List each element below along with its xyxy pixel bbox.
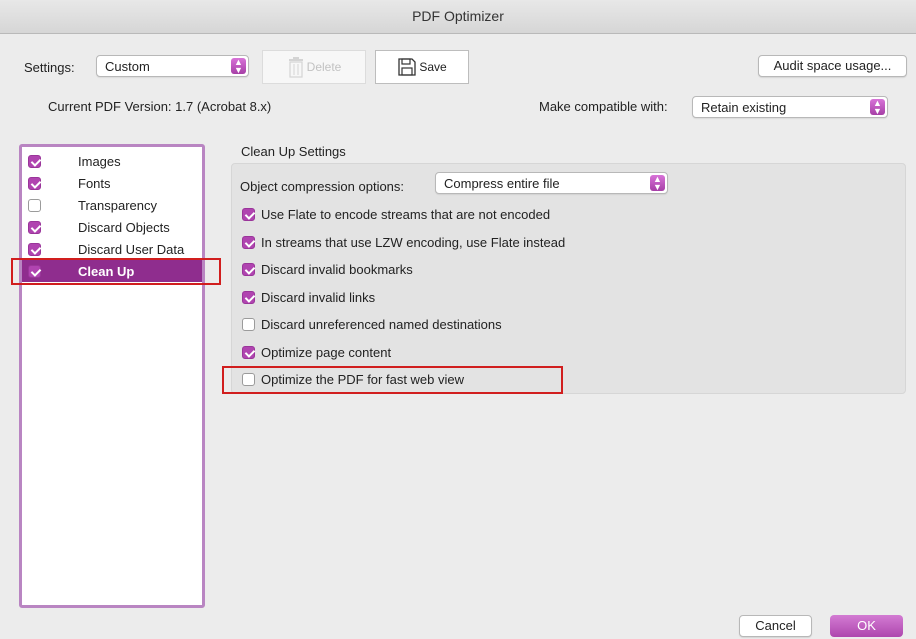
panel-item-fonts[interactable]: Fonts: [22, 172, 202, 194]
cleanup-heading: Clean Up Settings: [241, 144, 346, 159]
settings-dropdown-value: Custom: [105, 59, 150, 74]
chevron-updown-icon: ▲ ▼: [231, 58, 246, 75]
option-checkbox[interactable]: [242, 262, 255, 276]
panel-item-label: Discard User Data: [78, 241, 185, 257]
panel-item-label: Images: [78, 153, 121, 169]
current-pdf-version: Current PDF Version: 1.7 (Acrobat 8.x): [48, 99, 272, 114]
option-label: Use Flate to encode streams that are not…: [261, 206, 551, 222]
cancel-button[interactable]: Cancel: [739, 615, 812, 637]
option-label: Discard invalid links: [261, 289, 376, 305]
option-checkbox[interactable]: [242, 235, 255, 249]
panel-list: Images Fonts Transparency Discard Object…: [19, 144, 205, 608]
save-button[interactable]: Save: [375, 50, 469, 84]
delete-button[interactable]: Delete: [262, 50, 366, 84]
panel-item-label: Transparency: [78, 197, 157, 213]
compatibility-label: Make compatible with:: [539, 99, 668, 114]
compatibility-dropdown-value: Retain existing: [701, 100, 787, 115]
panel-item-images[interactable]: Images: [22, 150, 202, 172]
option-flate-unencoded[interactable]: Use Flate to encode streams that are not…: [242, 205, 550, 223]
option-discard-invalid-links[interactable]: Discard invalid links: [242, 288, 375, 306]
option-label: Discard invalid bookmarks: [261, 261, 413, 277]
panel-item-discard-objects[interactable]: Discard Objects: [22, 216, 202, 238]
option-label: Optimize page content: [261, 344, 392, 360]
compression-label: Object compression options:: [240, 179, 405, 194]
panel-checkbox[interactable]: [28, 220, 41, 234]
option-checkbox[interactable]: [242, 345, 255, 359]
panel-checkbox[interactable]: [28, 154, 41, 168]
panel-item-transparency[interactable]: Transparency: [22, 194, 202, 216]
highlight-box-fast-web-view: [222, 366, 563, 394]
window-title: PDF Optimizer: [0, 0, 916, 34]
panel-item-label: Fonts: [78, 175, 111, 191]
highlight-box-clean-up: [11, 258, 221, 285]
ok-button[interactable]: OK: [830, 615, 903, 637]
option-checkbox[interactable]: [242, 317, 255, 331]
option-discard-unreferenced-destinations[interactable]: Discard unreferenced named destinations: [242, 315, 502, 333]
delete-label: Delete: [306, 60, 342, 74]
panel-checkbox[interactable]: [28, 176, 41, 190]
compatibility-dropdown[interactable]: Retain existing ▲ ▼: [692, 96, 888, 118]
panel-item-label: Discard Objects: [78, 219, 170, 235]
save-label: Save: [419, 60, 447, 74]
option-checkbox[interactable]: [242, 207, 255, 221]
chevron-updown-icon: ▲ ▼: [870, 99, 885, 116]
settings-dropdown[interactable]: Custom ▲ ▼: [96, 55, 249, 77]
option-checkbox[interactable]: [242, 290, 255, 304]
option-lzw-to-flate[interactable]: In streams that use LZW encoding, use Fl…: [242, 233, 565, 251]
panel-checkbox[interactable]: [28, 242, 41, 256]
trash-icon: [288, 57, 303, 78]
audit-space-usage-button[interactable]: Audit space usage...: [758, 55, 907, 77]
panel-item-discard-user-data[interactable]: Discard User Data: [22, 238, 202, 260]
option-discard-invalid-bookmarks[interactable]: Discard invalid bookmarks: [242, 260, 413, 278]
compression-dropdown[interactable]: Compress entire file ▲ ▼: [435, 172, 668, 194]
compression-dropdown-value: Compress entire file: [444, 176, 560, 191]
option-optimize-page-content[interactable]: Optimize page content: [242, 343, 391, 361]
chevron-updown-icon: ▲ ▼: [650, 175, 665, 192]
panel-checkbox[interactable]: [28, 198, 41, 212]
settings-label: Settings:: [24, 60, 75, 75]
option-label: In streams that use LZW encoding, use Fl…: [261, 234, 566, 250]
floppy-disk-icon: [398, 58, 416, 76]
option-label: Discard unreferenced named destinations: [261, 316, 502, 332]
